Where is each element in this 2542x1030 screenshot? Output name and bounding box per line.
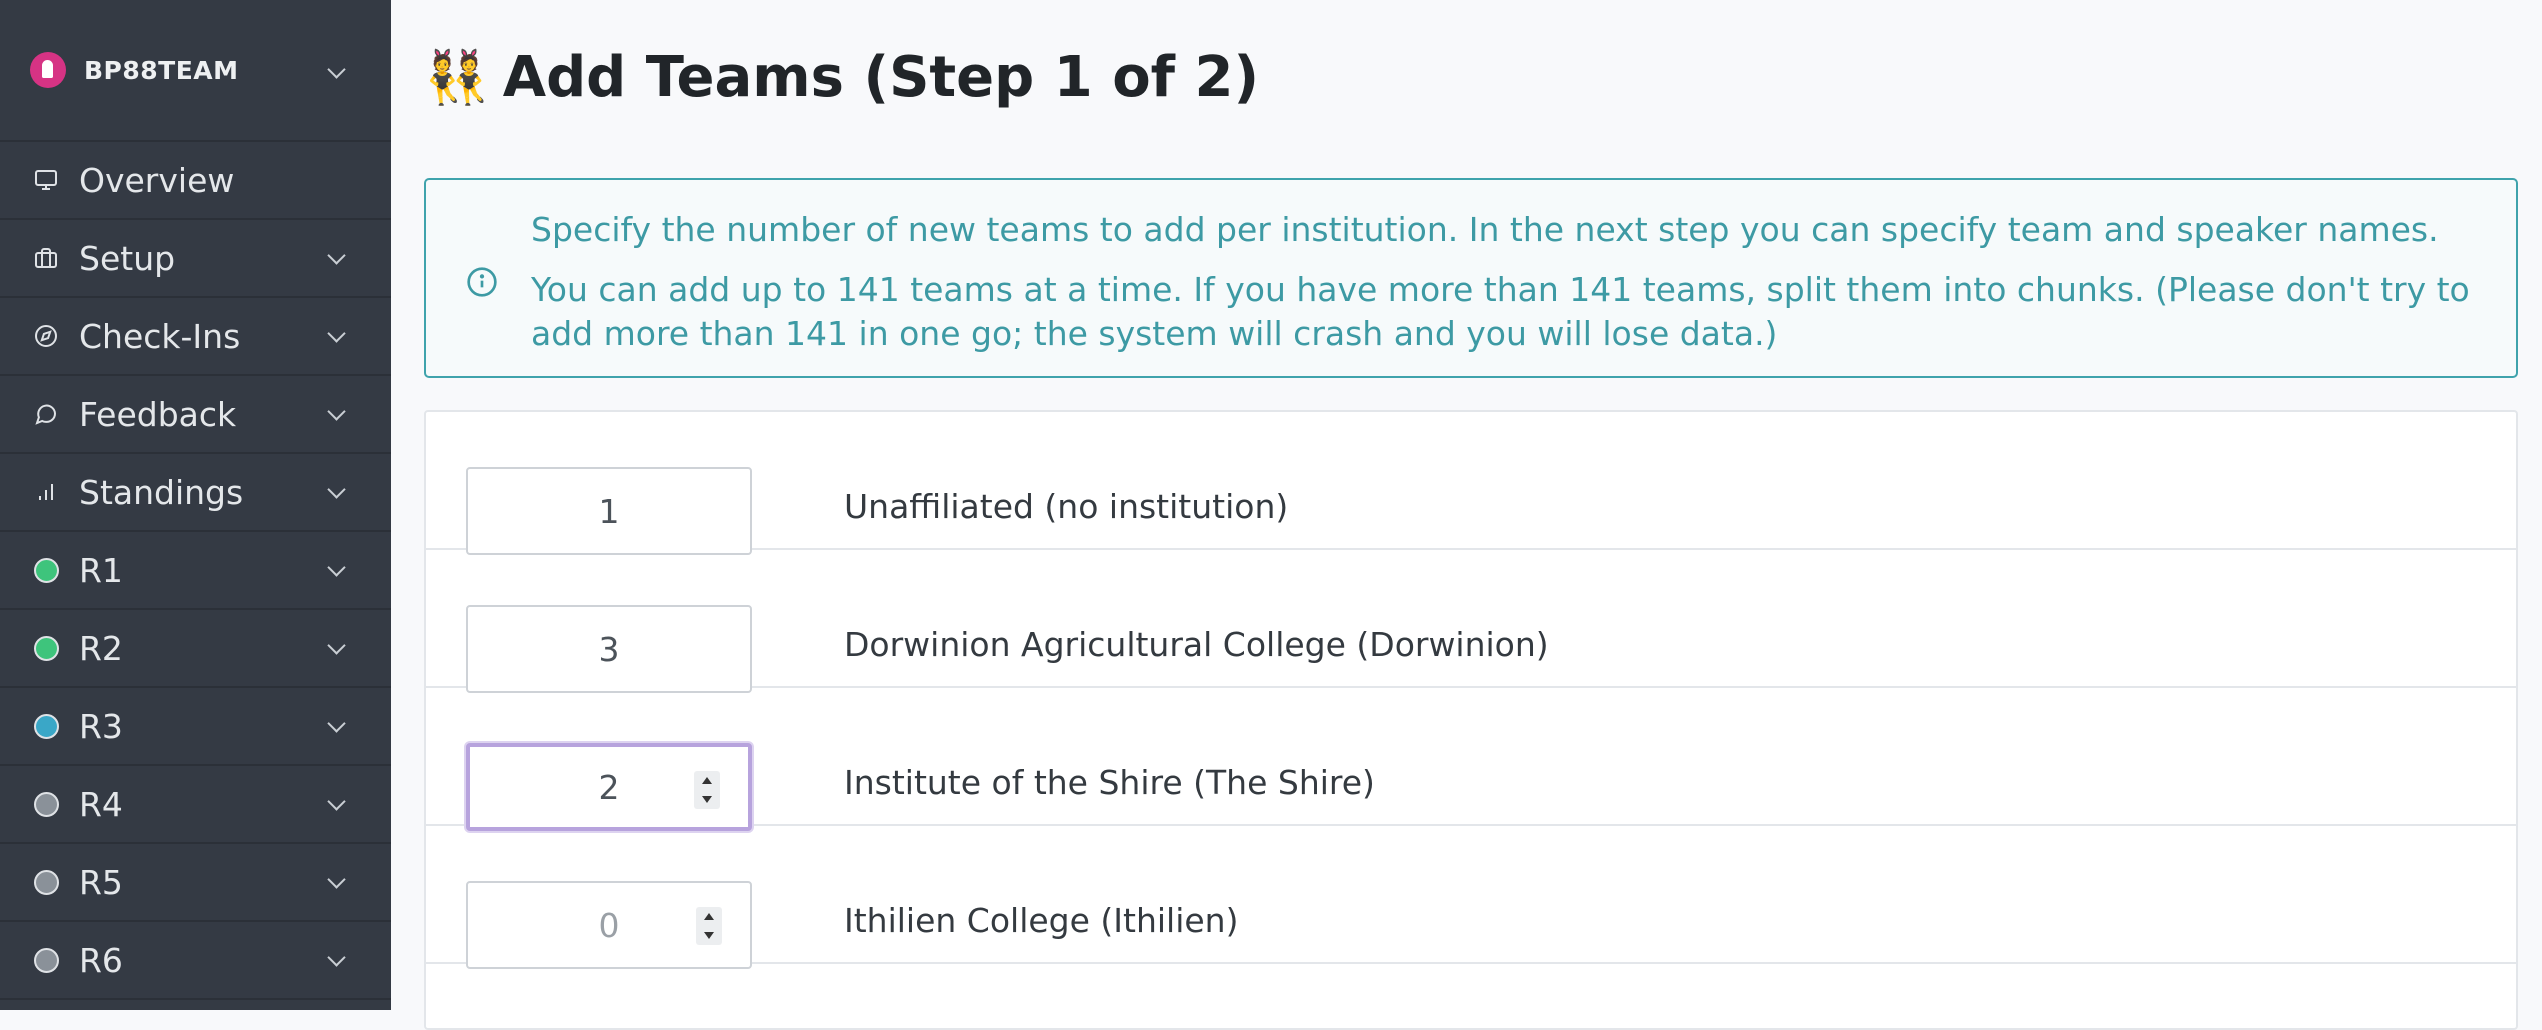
institution-row: 3 Dorwinion Agricultural College (Dorwin… (426, 550, 2516, 693)
institution-label: Dorwinion Agricultural College (Dorwinio… (844, 625, 1549, 664)
chat-bubble-icon (33, 401, 59, 427)
team-count-input[interactable]: 1 (466, 467, 752, 555)
chevron-down-icon (327, 948, 346, 967)
team-count-input[interactable]: 3 (466, 605, 752, 693)
institution-row: 2 Institute of the Shire (The Shire) (426, 688, 2516, 831)
round-status-dot (33, 869, 59, 895)
monitor-icon (33, 167, 59, 193)
chevron-down-icon (327, 714, 346, 733)
sidebar-item-r4[interactable]: R4 (0, 766, 391, 844)
team-count-value: 2 (598, 767, 620, 807)
sidebar-item-r3[interactable]: R3 (0, 688, 391, 766)
sidebar-item-label: R2 (79, 628, 123, 668)
sidebar: BP88TEAM Overview Setup Check-Ins Feedba… (0, 0, 391, 1010)
round-status-dot (33, 635, 59, 661)
institutions-form-card: 1 Unaffiliated (no institution) 3 Dorwin… (424, 410, 2518, 1030)
main-content: 👯 Add Teams (Step 1 of 2) Specify the nu… (391, 0, 2542, 1030)
institution-label: Unaffiliated (no institution) (844, 487, 1289, 526)
sidebar-item-label: Check-Ins (79, 316, 241, 356)
round-status-dot (33, 947, 59, 973)
institution-label: Institute of the Shire (The Shire) (844, 763, 1375, 802)
sidebar-item-r5[interactable]: R5 (0, 844, 391, 922)
team-count-input[interactable]: 0 (466, 881, 752, 969)
chevron-down-icon (327, 870, 346, 889)
sidebar-item-label: Feedback (79, 394, 237, 434)
sidebar-item-label: R6 (79, 940, 123, 980)
sidebar-item-label: R5 (79, 862, 123, 902)
alert-text-limit-warning: You can add up to 141 teams at a time. I… (531, 270, 2470, 353)
sidebar-item-label: R3 (79, 706, 123, 746)
info-alert: Specify the number of new teams to add p… (424, 178, 2518, 378)
round-status-icon (33, 557, 59, 583)
sidebar-item-label: R1 (79, 550, 123, 590)
sidebar-item-overview[interactable]: Overview (0, 142, 391, 220)
page-header: 👯 Add Teams (Step 1 of 2) (424, 45, 1259, 110)
chevron-down-icon (327, 636, 346, 655)
round-status-dot (33, 713, 59, 739)
sidebar-item-feedback[interactable]: Feedback (0, 376, 391, 454)
compass-icon (33, 323, 59, 349)
institution-row: 1 Unaffiliated (no institution) (426, 412, 2516, 555)
round-status-dot (33, 557, 59, 583)
sidebar-item-check-ins[interactable]: Check-Ins (0, 298, 391, 376)
chevron-down-icon (327, 60, 346, 79)
sidebar-item-setup[interactable]: Setup (0, 220, 391, 298)
sidebar-item-r6[interactable]: R6 (0, 922, 391, 1000)
tournament-name: BP88TEAM (84, 55, 239, 85)
chevron-down-icon (327, 480, 346, 499)
number-stepper-icon[interactable] (696, 907, 722, 945)
round-status-icon (33, 635, 59, 661)
team-count-input[interactable]: 2 (466, 743, 752, 831)
alert-text-instructions: Specify the number of new teams to add p… (531, 210, 2439, 249)
round-status-icon (33, 713, 59, 739)
tournament-switcher[interactable]: BP88TEAM (0, 0, 391, 142)
bar-chart-icon (33, 479, 59, 505)
round-status-icon (33, 947, 59, 973)
round-status-icon (33, 869, 59, 895)
institution-row: 0 Ithilien College (Ithilien) (426, 826, 2516, 969)
institution-label: Ithilien College (Ithilien) (844, 901, 1239, 940)
number-stepper-icon[interactable] (694, 771, 720, 809)
sidebar-item-r1[interactable]: R1 (0, 532, 391, 610)
info-circle-icon (466, 266, 498, 298)
round-status-dot (33, 791, 59, 817)
sidebar-item-label: Overview (79, 160, 235, 200)
sidebar-item-label: R4 (79, 784, 123, 824)
sidebar-item-label: Standings (79, 472, 244, 512)
dancers-emoji-icon: 👯 (424, 47, 489, 108)
sidebar-item-standings[interactable]: Standings (0, 454, 391, 532)
chevron-down-icon (327, 324, 346, 343)
team-count-placeholder: 0 (598, 905, 620, 945)
chevron-down-icon (327, 402, 346, 421)
chevron-down-icon (327, 792, 346, 811)
sidebar-item-r2[interactable]: R2 (0, 610, 391, 688)
round-status-icon (33, 791, 59, 817)
tournament-logo (30, 52, 66, 88)
chevron-down-icon (327, 246, 346, 265)
page-title: Add Teams (Step 1 of 2) (502, 45, 1260, 110)
briefcase-icon (33, 245, 59, 271)
chevron-down-icon (327, 558, 346, 577)
sidebar-item-label: Setup (79, 238, 176, 278)
